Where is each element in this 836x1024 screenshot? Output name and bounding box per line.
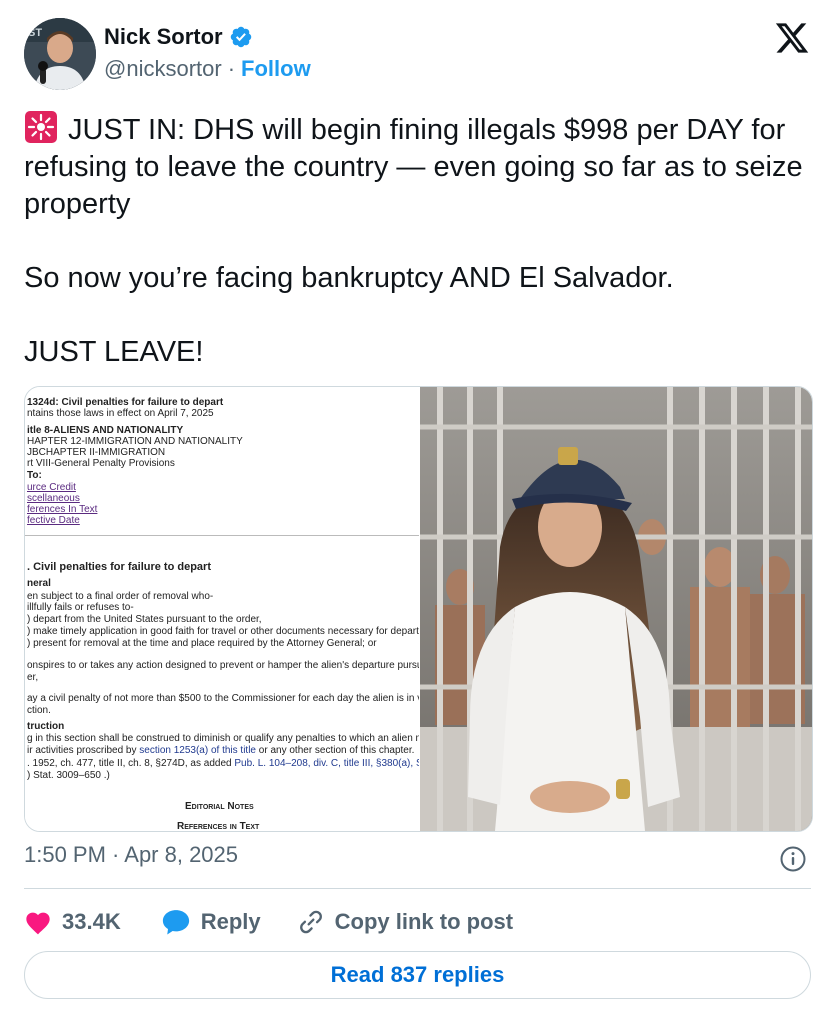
doc-line: rt VIII-General Penalty Provisions [27,458,175,469]
separator-dot: · [227,56,236,81]
document-screenshot[interactable]: 1324d: Civil penalties for failure to de… [25,387,419,831]
heart-icon [26,912,50,935]
tweet-text: JUST IN: DHS will begin fining illegals … [24,110,816,371]
doc-section-title: . Civil penalties for failure to depart [27,561,211,573]
tweet-line-1-text: JUST IN: DHS will begin fining illegals … [24,114,803,220]
info-icon[interactable] [779,845,807,873]
tweet-line-1: JUST IN: DHS will begin fining illegals … [24,110,816,223]
svg-text:ST: ST [28,27,42,39]
tweet-line-2: So now you’re facing bankruptcy AND El S… [24,262,674,294]
reply-bubble-icon [162,910,189,935]
doc-line: er, [27,672,39,683]
doc-link[interactable]: fective Date [27,515,80,527]
avatar[interactable]: ST [24,18,96,90]
author-name-row: Nick Sortor [104,24,253,50]
like-count: 33.4K [62,909,121,934]
siren-emoji-icon [25,111,57,143]
tweet-line-3: JUST LEAVE! [24,336,204,368]
verified-badge-icon [230,26,251,48]
copy-link-label: Copy link to post [334,909,514,934]
doc-line: ay a civil penalty of not more than $500… [27,693,419,704]
doc-line: ) present for removal at the time and pl… [27,638,377,649]
read-replies-button[interactable]: Read 837 replies [24,951,811,999]
reply-label: Reply [200,909,261,934]
doc-line: ction. [27,705,51,716]
link-icon [299,910,322,934]
doc-line: ntains those laws in effect on April 7, … [27,408,214,419]
prison-photo[interactable] [420,387,812,831]
doc-line: . 1952, ch. 477, title II, ch. 8, §274D,… [27,758,419,770]
doc-link[interactable]: Pub. L. 104–208, div. C, title III, §380… [234,758,419,769]
like-button[interactable]: 33.4K [24,909,121,935]
doc-line: illfully fails or refuses to- [27,602,134,613]
doc-heading: References in Text [177,821,260,831]
divider [24,888,811,889]
doc-line: truction [27,721,65,732]
follow-button[interactable]: Follow [241,56,311,82]
doc-line: ir activities proscribed by section 1253… [27,745,415,756]
author-handle[interactable]: @nicksortor [104,56,222,82]
author-name[interactable]: Nick Sortor [104,24,223,50]
tweet-media[interactable]: 1324d: Civil penalties for failure to de… [24,386,813,832]
doc-heading: Editorial Notes [185,801,254,812]
author-handle-row: @nicksortor · Follow [104,56,311,82]
doc-line: To: [27,470,42,481]
doc-line: onspires to or takes any action designed… [27,660,419,671]
doc-line: neral [27,578,51,589]
doc-link[interactable]: section 1253(a) of this title [139,745,256,756]
action-bar: 33.4K Reply Copy link to post [24,902,513,942]
copy-link-button[interactable]: Copy link to post [297,908,513,936]
doc-line: ) depart from the United States pursuant… [27,614,262,625]
doc-line: ) make timely application in good faith … [27,626,419,637]
doc-line: ) Stat. 3009–650 .) [27,770,110,781]
tweet-timestamp[interactable]: 1:50 PM · Apr 8, 2025 [24,842,238,868]
doc-line: g in this section shall be construed to … [27,733,419,744]
tweet-card: ST Nick Sortor @nicksortor · Follow JUST… [0,0,836,1024]
reply-button[interactable]: Reply [161,908,261,936]
x-logo-icon[interactable] [774,20,810,56]
